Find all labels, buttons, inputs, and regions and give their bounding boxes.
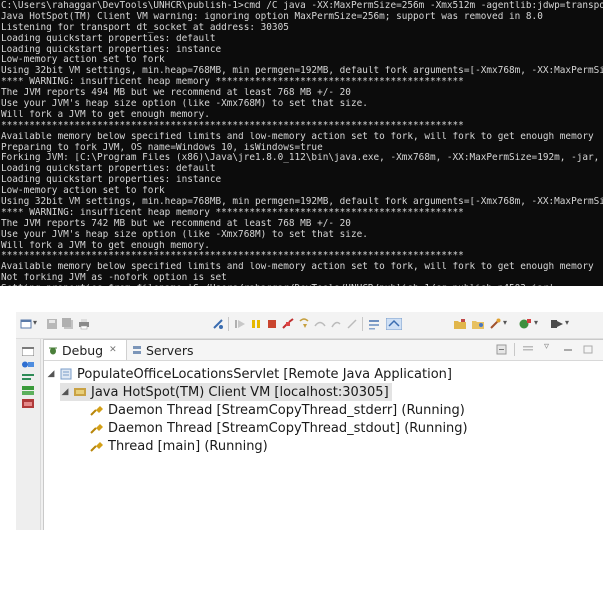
- view-tab-bar: Debug ✕ Servers ▿: [44, 340, 603, 361]
- open-folder-icon[interactable]: [471, 318, 485, 330]
- drop-to-frame-icon[interactable]: [346, 318, 358, 330]
- console-view-icon[interactable]: [22, 399, 34, 408]
- thread-icon: [90, 424, 103, 434]
- console-line: Preparing to fork JVM, OS name=Windows 1…: [1, 142, 323, 153]
- console-line: Available memory below specified limits …: [1, 262, 594, 273]
- console-line: Will fork a JVM to get enough memory.: [1, 109, 210, 120]
- debug-bug-icon: [49, 347, 57, 355]
- console-window: C:\Users\rahaggar\DevTools\UNHCR\publish…: [0, 0, 603, 286]
- use-step-filters-icon[interactable]: [368, 318, 380, 330]
- collapse-arrow-icon[interactable]: ◢: [60, 387, 70, 397]
- console-line: Use your JVM's heap size option (like -X…: [1, 229, 368, 240]
- tree-item-label: Daemon Thread [StreamCopyThread_stderr] …: [108, 402, 465, 418]
- eclipse-debug-perspective: ▾ ▾ ▾ ▾ Debug ✕ Servers ▿ ◢ PopulateOffi…: [16, 312, 603, 530]
- tree-item-thread[interactable]: Daemon Thread [StreamCopyThread_stdout] …: [90, 419, 468, 437]
- dropdown-arrow-icon[interactable]: ▾: [534, 318, 538, 327]
- console-line: The JVM reports 494 MB but we recommend …: [1, 88, 351, 99]
- console-line: ****************************************…: [1, 120, 464, 131]
- thread-icon: [90, 442, 103, 452]
- console-line: Loading quickstart properties: default: [1, 33, 216, 44]
- console-link-icon[interactable]: [386, 318, 402, 330]
- step-over-icon[interactable]: [314, 318, 326, 330]
- console-line: C:\Users\rahaggar\DevTools\UNHCR\publish…: [1, 1, 603, 11]
- tree-item-launch[interactable]: ◢ PopulateOfficeLocationsServlet [Remote…: [46, 365, 452, 383]
- main-toolbar: ▾ ▾ ▾ ▾: [16, 312, 603, 339]
- maximize-icon[interactable]: [582, 344, 594, 355]
- console-line: ****************************************…: [1, 251, 464, 262]
- console-line: Using 32bit VM settings, min.heap=768MB,…: [1, 197, 603, 208]
- disconnect-icon[interactable]: [282, 318, 294, 330]
- skip-breakpoints-icon[interactable]: [212, 318, 224, 330]
- tree-item-label: Thread [main] (Running): [108, 438, 268, 454]
- console-line: Java HotSpot(TM) Client VM warning: igno…: [1, 11, 543, 22]
- tab-servers-label: Servers: [146, 342, 194, 358]
- dropdown-arrow-icon[interactable]: ▾: [503, 318, 507, 327]
- debug-view: Debug ✕ Servers ▿ ◢ PopulateOfficeLocati…: [43, 339, 603, 530]
- resume-icon[interactable]: [234, 318, 246, 330]
- console-line: Loading quickstart properties: default: [1, 164, 216, 175]
- tree-item-vm[interactable]: ◢ Java HotSpot(TM) Client VM [localhost:…: [60, 383, 392, 401]
- tree-item-thread[interactable]: Thread [main] (Running): [90, 437, 268, 455]
- tree-item-label: Java HotSpot(TM) Client VM [localhost:30…: [91, 384, 389, 400]
- console-line: Setting properties from filename 'C:/Use…: [1, 284, 603, 286]
- new-window-icon[interactable]: [20, 318, 32, 330]
- breakpoints-view-icon[interactable]: [22, 360, 34, 369]
- collapse-arrow-icon[interactable]: ◢: [46, 369, 56, 379]
- left-trim-bar: [16, 339, 41, 530]
- run-tool-icon[interactable]: [489, 318, 501, 330]
- print-icon[interactable]: [78, 318, 90, 330]
- console-line: Low-memory action set to fork: [1, 55, 165, 66]
- console-line: **** WARNING: insufficent heap memory **…: [1, 207, 464, 218]
- console-output: C:\Users\rahaggar\DevTools\UNHCR\publish…: [0, 0, 603, 286]
- minimize-icon[interactable]: [562, 344, 574, 355]
- suspend-icon[interactable]: [250, 318, 262, 330]
- console-line: Will fork a JVM to get enough memory.: [1, 240, 210, 251]
- tab-debug-label: Debug: [62, 342, 104, 358]
- restore-view-icon[interactable]: [22, 347, 34, 356]
- run-last-icon[interactable]: [550, 318, 564, 330]
- console-line: Loading quickstart properties: instance: [1, 175, 222, 186]
- console-line: Loading quickstart properties: instance: [1, 44, 222, 55]
- tree-item-label: Daemon Thread [StreamCopyThread_stdout] …: [108, 420, 468, 436]
- servers-icon: [133, 346, 141, 354]
- terminate-icon[interactable]: [266, 318, 278, 330]
- vm-icon: [74, 388, 86, 396]
- tab-servers[interactable]: Servers: [128, 340, 214, 360]
- tab-debug[interactable]: Debug ✕: [44, 340, 127, 360]
- console-line: Low-memory action set to fork: [1, 186, 165, 197]
- dropdown-arrow-icon[interactable]: ▾: [33, 318, 37, 327]
- view-menu-icon[interactable]: [522, 344, 534, 355]
- console-line: The JVM reports 742 MB but we recommend …: [1, 218, 351, 229]
- new-java-class-icon[interactable]: [518, 318, 532, 330]
- step-return-icon[interactable]: [330, 318, 342, 330]
- console-line: Available memory below specified limits …: [1, 131, 594, 142]
- save-all-icon[interactable]: [62, 318, 74, 330]
- dropdown-arrow-icon[interactable]: ▾: [565, 318, 569, 327]
- remote-app-icon: [60, 368, 72, 380]
- collapse-all-icon[interactable]: [496, 344, 508, 355]
- outline-view-icon[interactable]: [22, 386, 34, 395]
- view-menu-arrow-icon[interactable]: ▿: [544, 341, 549, 352]
- save-icon[interactable]: [46, 318, 58, 330]
- console-line: **** WARNING: insufficent heap memory **…: [1, 77, 464, 88]
- console-line: Using 32bit VM settings, min.heap=768MB,…: [1, 66, 603, 77]
- console-line: Listening for transport dt_socket at add…: [1, 22, 289, 33]
- tree-item-thread[interactable]: Daemon Thread [StreamCopyThread_stderr] …: [90, 401, 465, 419]
- variables-view-icon[interactable]: [22, 373, 34, 382]
- tree-item-label: PopulateOfficeLocationsServlet [Remote J…: [77, 366, 452, 382]
- console-line: Use your JVM's heap size option (like -X…: [1, 99, 368, 110]
- console-line: Not forking JVM as -nofork option is set: [1, 273, 227, 284]
- thread-icon: [90, 406, 103, 416]
- close-icon[interactable]: ✕: [109, 345, 117, 355]
- open-project-icon[interactable]: [453, 318, 467, 330]
- console-line: Forking JVM: [C:\Program Files (x86)\Jav…: [1, 153, 603, 164]
- step-into-icon[interactable]: [298, 318, 310, 330]
